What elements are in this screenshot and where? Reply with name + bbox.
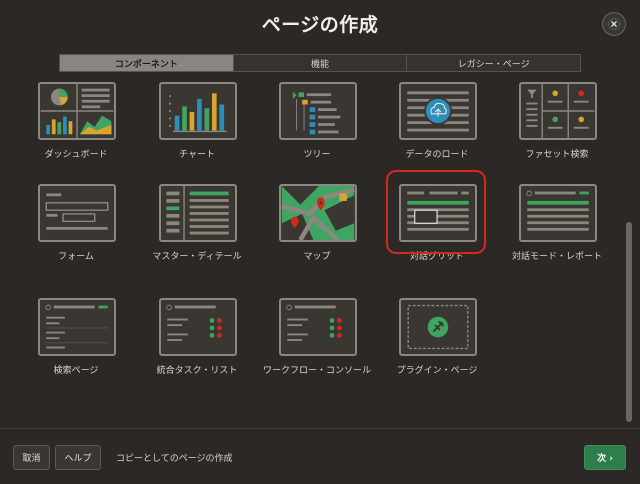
component-plugin-page[interactable]: プラグイン・ページ	[377, 74, 497, 394]
dialog-footer: 取消 ヘルプ コピーとしてのページの作成 次 ›	[0, 428, 640, 484]
component-label: ワークフロー・コンソール	[262, 366, 371, 376]
create-as-copy-link[interactable]: コピーとしてのページの作成	[116, 451, 233, 464]
close-x-icon	[608, 18, 620, 30]
component-label: 検索ページ	[53, 366, 99, 376]
interactive-report-icon	[519, 184, 597, 242]
component-interactive-report[interactable]: 対話モード・レポート	[497, 74, 617, 274]
tab-components[interactable]: コンポーネント	[60, 55, 234, 71]
component-label: 対話モード・レポート	[511, 252, 602, 262]
dialog-title: ページの作成	[261, 14, 379, 36]
component-workflow-console[interactable]: ワークフロー・コンソール	[257, 74, 377, 394]
component-scroll-area[interactable]: ダッシュボード チャート ツリー データのロード ファセット検索 フォーム マス…	[0, 74, 640, 422]
search-page-icon	[38, 298, 116, 356]
next-button[interactable]: 次 ›	[584, 445, 626, 470]
plugin-icon	[399, 298, 477, 356]
vertical-scrollbar[interactable]	[626, 222, 632, 422]
component-label: プラグイン・ページ	[396, 366, 478, 376]
help-button[interactable]: ヘルプ	[55, 445, 101, 470]
cancel-button[interactable]: 取消	[13, 445, 50, 470]
task-list-icon	[159, 298, 237, 356]
component-label: 統合タスク・リスト	[156, 366, 238, 376]
tab-features[interactable]: 機能	[234, 55, 408, 71]
create-page-dialog: ページの作成 コンポーネント 機能 レガシー・ページ ダッシュボード チャート …	[0, 0, 640, 484]
component-task-list[interactable]: 統合タスク・リスト	[137, 74, 257, 394]
workflow-console-icon	[279, 298, 357, 356]
component-search-page[interactable]: 検索ページ	[16, 74, 136, 394]
close-button[interactable]	[602, 12, 626, 36]
tab-legacy-pages[interactable]: レガシー・ページ	[407, 55, 580, 71]
tab-bar: コンポーネント 機能 レガシー・ページ	[59, 54, 581, 72]
